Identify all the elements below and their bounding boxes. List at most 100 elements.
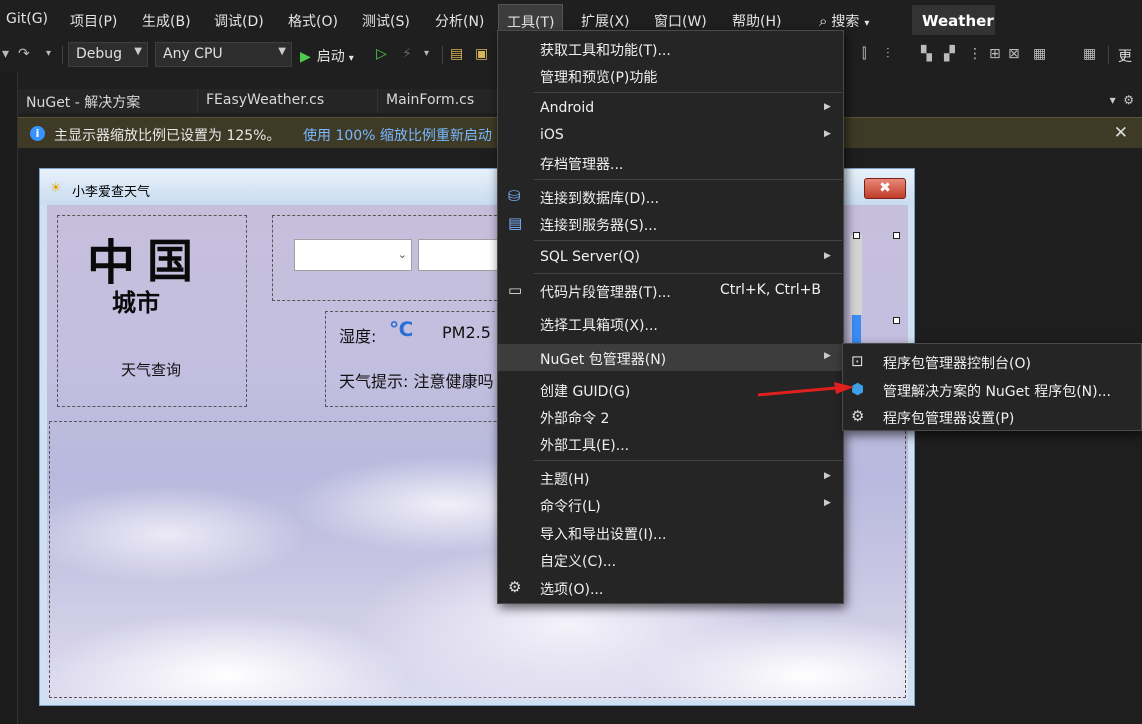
menu-item-label: 管理和预览(P)功能: [540, 70, 658, 86]
menu-item-import-export[interactable]: 导入和导出设置(I)...: [498, 519, 843, 546]
save-icon[interactable]: ▣: [475, 46, 488, 62]
tab-nuget[interactable]: NuGet - 解决方案: [18, 89, 198, 113]
trackbar-track[interactable]: [850, 235, 862, 315]
resize-handle[interactable]: [893, 317, 900, 324]
sql-icon[interactable]: ▦: [1033, 46, 1046, 62]
console-icon: ⊡: [851, 352, 864, 370]
menu-item-choose-toolbox[interactable]: 选择工具箱项(X)...: [498, 310, 843, 337]
more-label[interactable]: 更: [1118, 46, 1132, 66]
menu-build[interactable]: 生成(B): [142, 11, 191, 31]
start-without-debug-icon[interactable]: ▷: [376, 46, 387, 62]
spacing-icon[interactable]: ⋮: [968, 46, 982, 62]
menu-item-customize[interactable]: 自定义(C)...: [498, 546, 843, 573]
database-connect-icon: ⛁: [508, 187, 521, 205]
menu-git[interactable]: Git(G): [6, 11, 48, 27]
configuration-select[interactable]: Debug ▼: [68, 42, 148, 67]
menu-item-package-console[interactable]: ⊡ 程序包管理器控制台(O): [843, 347, 1141, 375]
restart-link[interactable]: 使用 100% 缩放比例重新启动: [303, 125, 492, 145]
chevron-down-icon: ⌄: [397, 248, 407, 261]
form-title: 小李爱查天气: [72, 185, 151, 200]
weather-tip-label: 天气提示: 注意健康吗: [339, 372, 494, 391]
align-center-icon[interactable]: ⫶: [886, 46, 890, 62]
menu-debug[interactable]: 调试(D): [214, 11, 264, 31]
table-icon[interactable]: ▦: [1083, 46, 1096, 62]
menu-item-external-command[interactable]: 外部命令 2: [498, 403, 843, 430]
menu-separator: [534, 273, 842, 274]
layout-icon[interactable]: ▞: [944, 46, 955, 62]
resize-handle[interactable]: [893, 232, 900, 239]
solution-title: Weather: [912, 5, 995, 35]
menu-item-theme[interactable]: 主题(H) ▶: [498, 464, 843, 491]
hot-reload-icon[interactable]: ⚡: [402, 46, 412, 62]
menu-item-snippet-manager[interactable]: ▭ 代码片段管理器(T)... Ctrl+K, Ctrl+B: [498, 277, 843, 304]
submenu-arrow-icon: ▶: [824, 351, 831, 361]
menu-analyze[interactable]: 分析(N): [435, 11, 484, 31]
info-message: 主显示器缩放比例已设置为 125%。: [54, 128, 281, 144]
gear-icon: ⚙: [508, 578, 522, 596]
menu-item-package-settings[interactable]: ⚙ 程序包管理器设置(P): [843, 402, 1141, 430]
chevron-down-icon: ▼: [278, 46, 286, 57]
submenu-arrow-icon: ▶: [824, 251, 831, 261]
play-icon: ▶: [300, 49, 311, 65]
menu-help[interactable]: 帮助(H): [732, 11, 781, 31]
grid-icon[interactable]: ⊞: [989, 46, 1001, 62]
platform-select[interactable]: Any CPU ▼: [155, 42, 292, 67]
toolbar-separator: [62, 46, 63, 64]
humidity-label: 湿度:: [339, 327, 377, 346]
tab-options-icon[interactable]: ▾ ⚙: [1110, 93, 1134, 107]
menu-separator: [534, 92, 842, 93]
menu-item-connect-server[interactable]: ▤ 连接到服务器(S)...: [498, 210, 843, 237]
menu-item-label: 存档管理器...: [540, 157, 624, 173]
start-button[interactable]: ▶ 启动 ▾: [300, 46, 354, 66]
submenu-arrow-icon: ▶: [824, 471, 831, 481]
menu-item-command-line[interactable]: 命令行(L) ▶: [498, 491, 843, 518]
menu-separator: [534, 460, 842, 461]
menu-item-nuget[interactable]: NuGet 包管理器(N) ▶: [498, 344, 843, 371]
menu-item-label: SQL Server(Q): [540, 249, 641, 265]
navigate-back-icon[interactable]: ▾: [2, 46, 9, 62]
weather-icon: ☀: [50, 181, 62, 196]
tab-mainform[interactable]: MainForm.cs: [378, 89, 498, 113]
menu-item-ios[interactable]: iOS ▶: [498, 122, 843, 149]
grid-icon[interactable]: ⊠: [1008, 46, 1020, 62]
search-button[interactable]: ⌕ 搜索 ▾: [819, 11, 869, 31]
menu-item-label: 外部命令 2: [540, 411, 610, 427]
province-combobox[interactable]: ⌄: [294, 239, 412, 271]
menu-item-label: 选项(O)...: [540, 582, 604, 598]
nuget-submenu: ⊡ 程序包管理器控制台(O) ⬢ 管理解决方案的 NuGet 程序包(N)... ⚙…: [842, 343, 1142, 431]
menu-item-label: 程序包管理器控制台(O): [883, 356, 1031, 372]
redo-icon[interactable]: ↷: [18, 46, 30, 62]
menu-item-connect-database[interactable]: ⛁ 连接到数据库(D)...: [498, 183, 843, 210]
menu-item-label: 命令行(L): [540, 499, 601, 515]
menu-window[interactable]: 窗口(W): [654, 11, 707, 31]
menu-item-get-tools[interactable]: 获取工具和功能(T)...: [498, 35, 843, 62]
menu-extensions[interactable]: 扩展(X): [581, 11, 630, 31]
menu-test[interactable]: 测试(S): [362, 11, 410, 31]
layout-icon[interactable]: ▚: [921, 46, 932, 62]
search-icon: ⌕: [819, 12, 828, 30]
menu-format[interactable]: 格式(O): [288, 11, 338, 31]
resize-handle[interactable]: [853, 232, 860, 239]
menu-item-manage-nuget[interactable]: ⬢ 管理解决方案的 NuGet 程序包(N)...: [843, 375, 1141, 403]
menu-item-label: 连接到服务器(S)...: [540, 218, 658, 234]
tools-menu: 获取工具和功能(T)... 管理和预览(P)功能 Android ▶ iOS ▶ 存…: [497, 30, 844, 604]
menu-item-archive-manager[interactable]: 存档管理器...: [498, 149, 843, 176]
menu-item-android[interactable]: Android ▶: [498, 95, 843, 122]
menu-item-label: 选择工具箱项(X)...: [540, 318, 658, 334]
close-icon[interactable]: ✕: [1114, 123, 1128, 143]
menu-item-manage-preview[interactable]: 管理和预览(P)功能: [498, 62, 843, 89]
toolbar-separator: [442, 46, 443, 64]
tab-feasyweather[interactable]: FEasyWeather.cs: [198, 89, 378, 113]
menu-item-sql-server[interactable]: SQL Server(Q) ▶: [498, 244, 843, 271]
menu-project[interactable]: 项目(P): [70, 11, 117, 31]
chevron-down-icon[interactable]: ▾: [46, 48, 51, 59]
logo-char-guo: 国: [147, 234, 193, 288]
menu-item-label: 主题(H): [540, 472, 590, 488]
menu-item-external-tools[interactable]: 外部工具(E)...: [498, 430, 843, 457]
chevron-down-icon[interactable]: ▾: [424, 48, 429, 59]
menu-item-options[interactable]: ⚙ 选项(O)...: [498, 574, 843, 601]
folder-icon[interactable]: ▤: [450, 46, 463, 62]
align-icon[interactable]: ⫿: [862, 46, 866, 62]
menu-separator: [534, 179, 842, 180]
form-close-button[interactable]: ✖: [864, 178, 906, 199]
